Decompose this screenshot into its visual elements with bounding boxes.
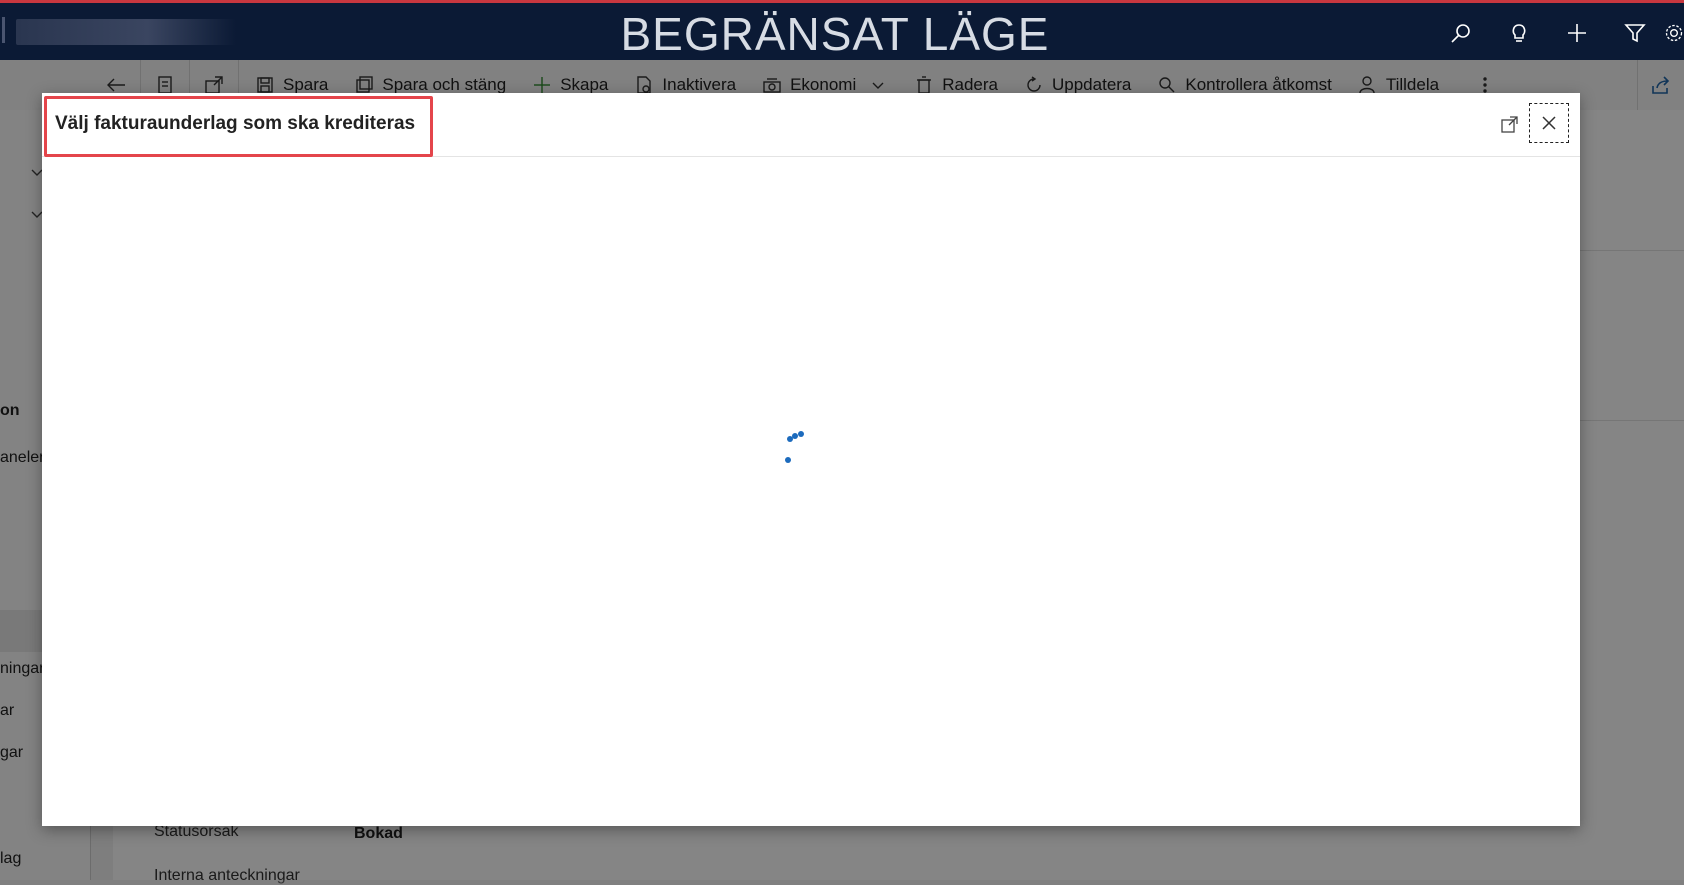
top-bar-icons [1432, 13, 1684, 53]
top-app-bar: BEGRÄNSAT LÄGE [0, 0, 1684, 60]
filter-icon[interactable] [1606, 13, 1664, 53]
close-button[interactable] [1529, 103, 1569, 143]
settings-icon[interactable] [1664, 13, 1684, 53]
close-icon [1542, 116, 1556, 130]
lightbulb-icon[interactable] [1490, 13, 1548, 53]
search-icon[interactable] [1432, 13, 1490, 53]
expand-icon[interactable] [1498, 114, 1520, 136]
select-invoice-dialog: Välj fakturaunderlag som ska krediteras [42, 93, 1580, 826]
loading-spinner [785, 431, 825, 473]
restricted-mode-banner: BEGRÄNSAT LÄGE [620, 8, 1050, 60]
title-highlight-box [44, 96, 433, 157]
plus-icon[interactable] [1548, 13, 1606, 53]
dialog-header: Välj fakturaunderlag som ska krediteras [42, 93, 1580, 157]
